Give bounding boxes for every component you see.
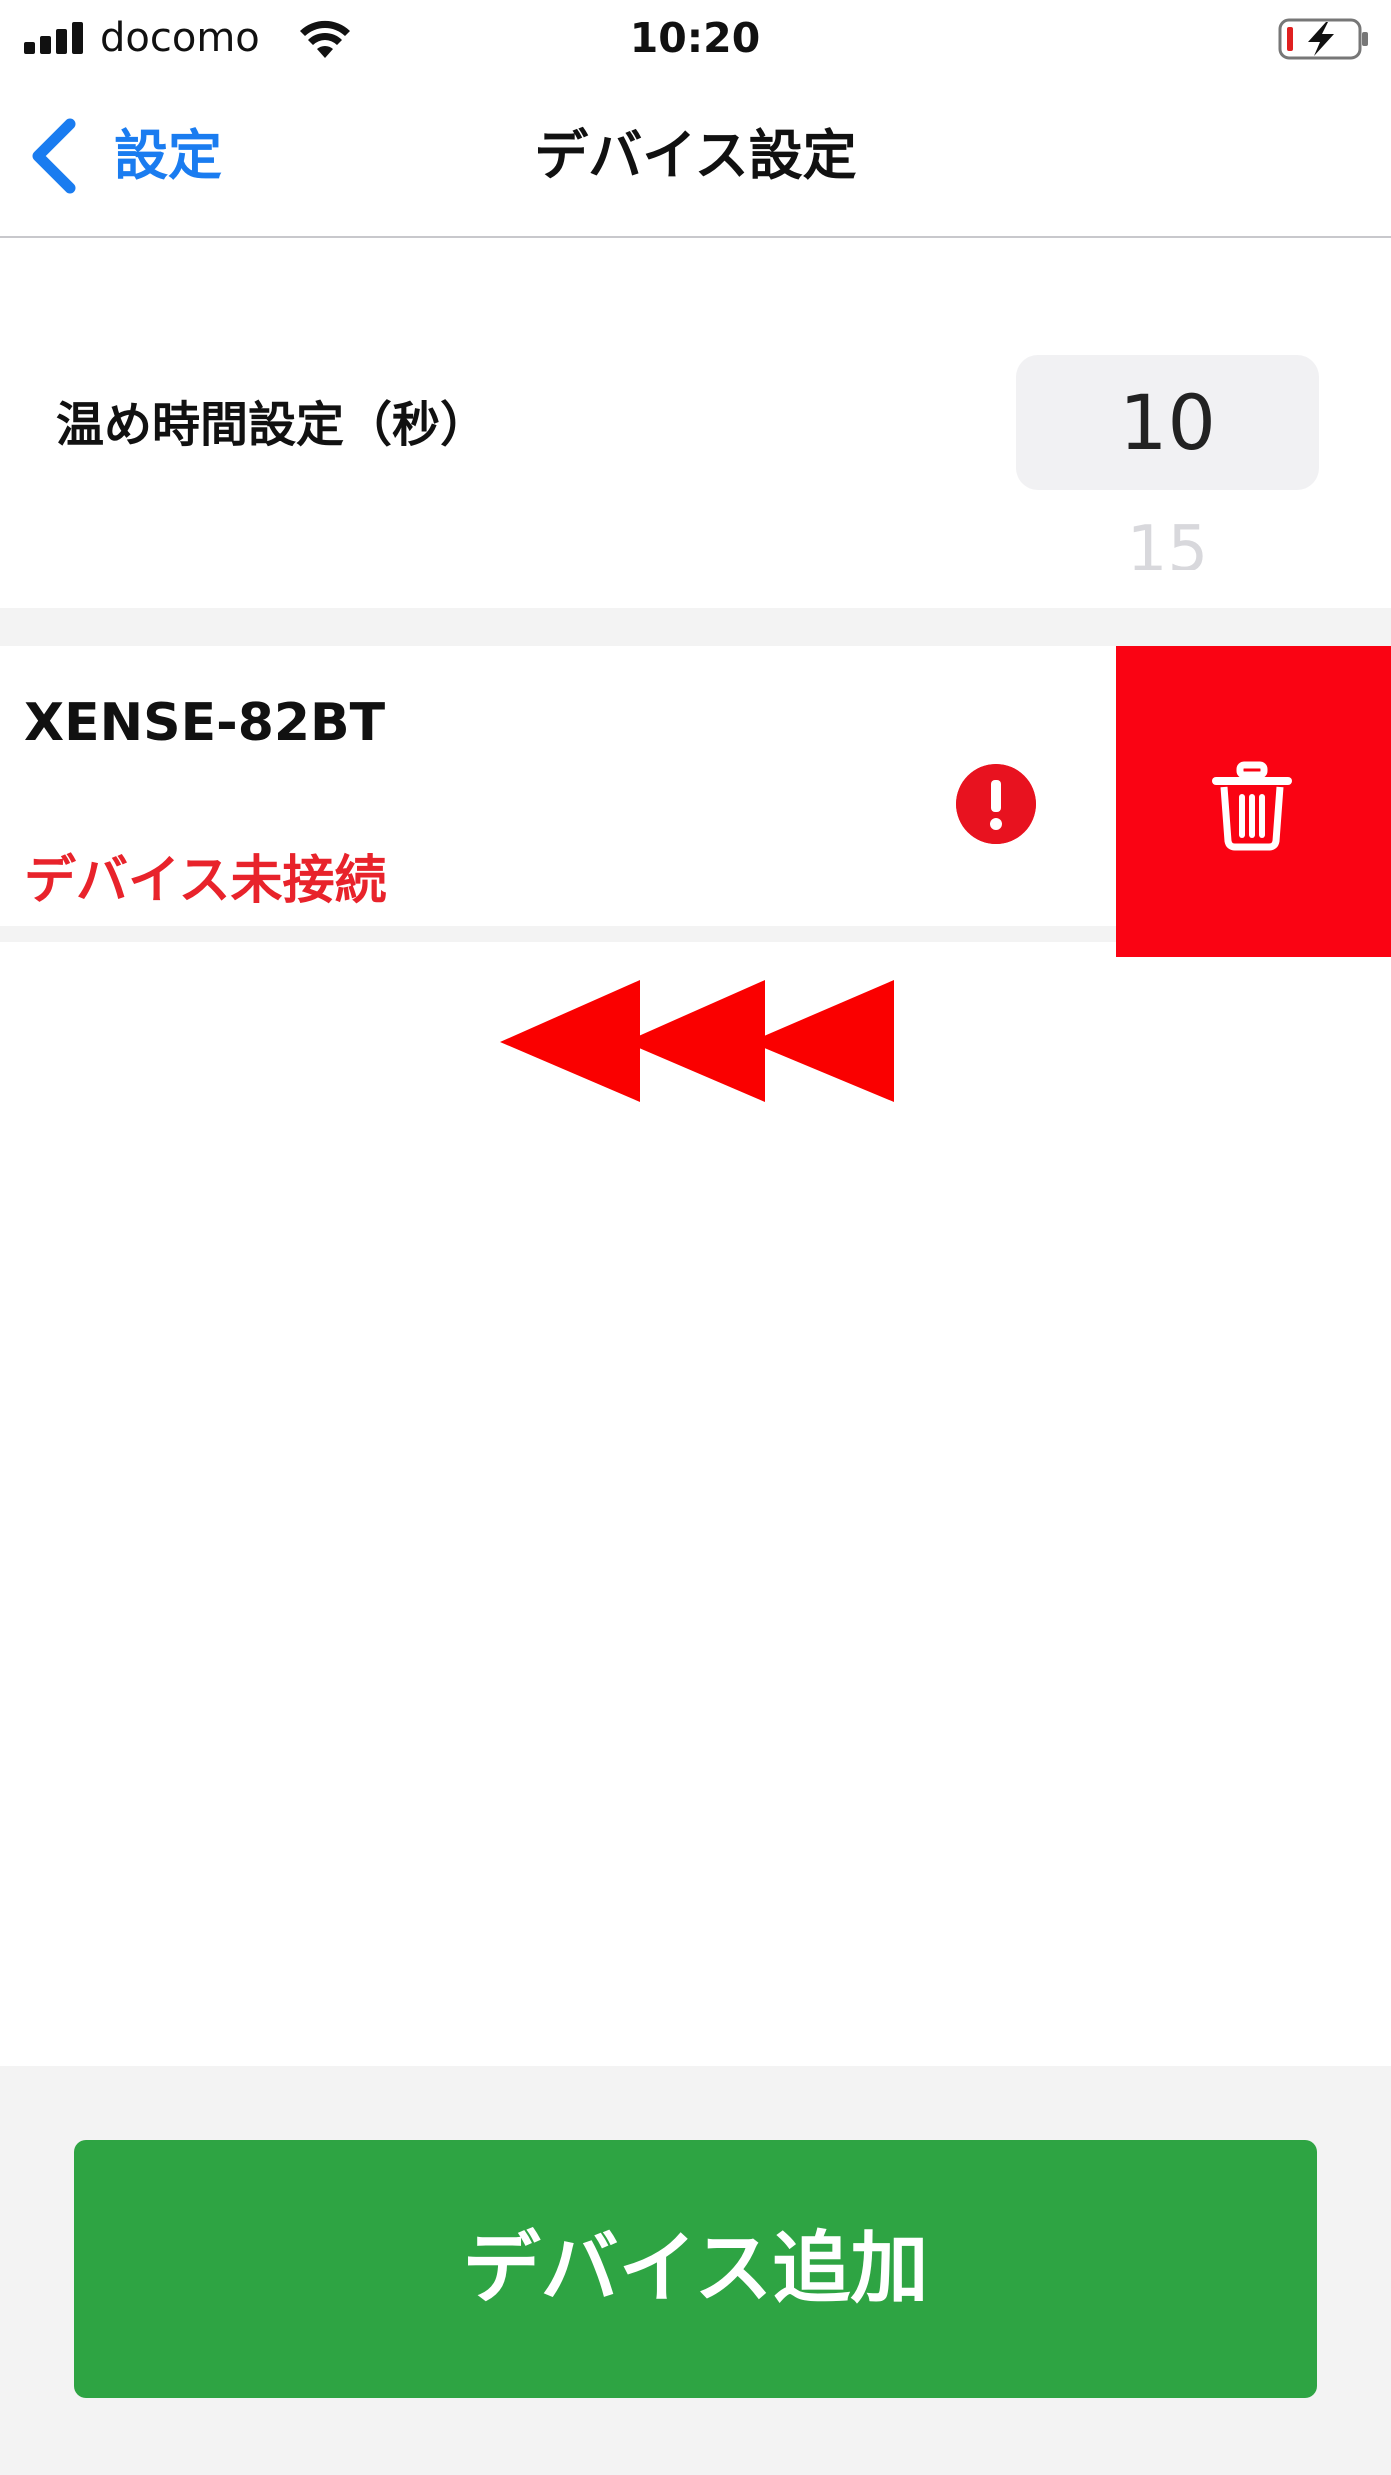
device-name: XENSE-82BT bbox=[24, 693, 386, 753]
status-time: 10:20 bbox=[629, 14, 761, 62]
warm-time-setting-row: 温め時間設定（秒） 10 15 bbox=[0, 240, 1391, 610]
device-connection-status: デバイス未接続 bbox=[24, 851, 387, 911]
swipe-left-arrows-icon bbox=[500, 980, 894, 1102]
exclamation-circle-icon bbox=[956, 764, 1036, 844]
trash-icon bbox=[1212, 761, 1292, 851]
add-device-button[interactable]: デバイス追加 bbox=[74, 2140, 1317, 2398]
warm-time-picker-next-option[interactable]: 15 bbox=[1016, 510, 1319, 570]
warm-time-picker-selected[interactable]: 10 bbox=[1016, 355, 1319, 490]
footer: デバイス追加 bbox=[0, 2066, 1391, 2475]
device-row-divider bbox=[0, 926, 1116, 942]
status-bar: docomo 10:20 bbox=[0, 0, 1391, 76]
navigation-bar: 設定 デバイス設定 bbox=[0, 76, 1391, 238]
page-title: デバイス設定 bbox=[534, 124, 857, 187]
chevron-left-icon bbox=[32, 118, 76, 194]
back-button-label: 設定 bbox=[114, 124, 222, 187]
delete-device-button[interactable] bbox=[1116, 646, 1391, 957]
cellular-signal-icon bbox=[24, 22, 86, 54]
warm-time-label: 温め時間設定（秒） bbox=[56, 397, 489, 453]
wifi-icon bbox=[300, 20, 350, 58]
back-button[interactable]: 設定 bbox=[26, 116, 222, 196]
carrier-name: docomo bbox=[100, 15, 260, 61]
battery-charging-icon bbox=[1278, 18, 1368, 60]
section-divider bbox=[0, 608, 1391, 646]
